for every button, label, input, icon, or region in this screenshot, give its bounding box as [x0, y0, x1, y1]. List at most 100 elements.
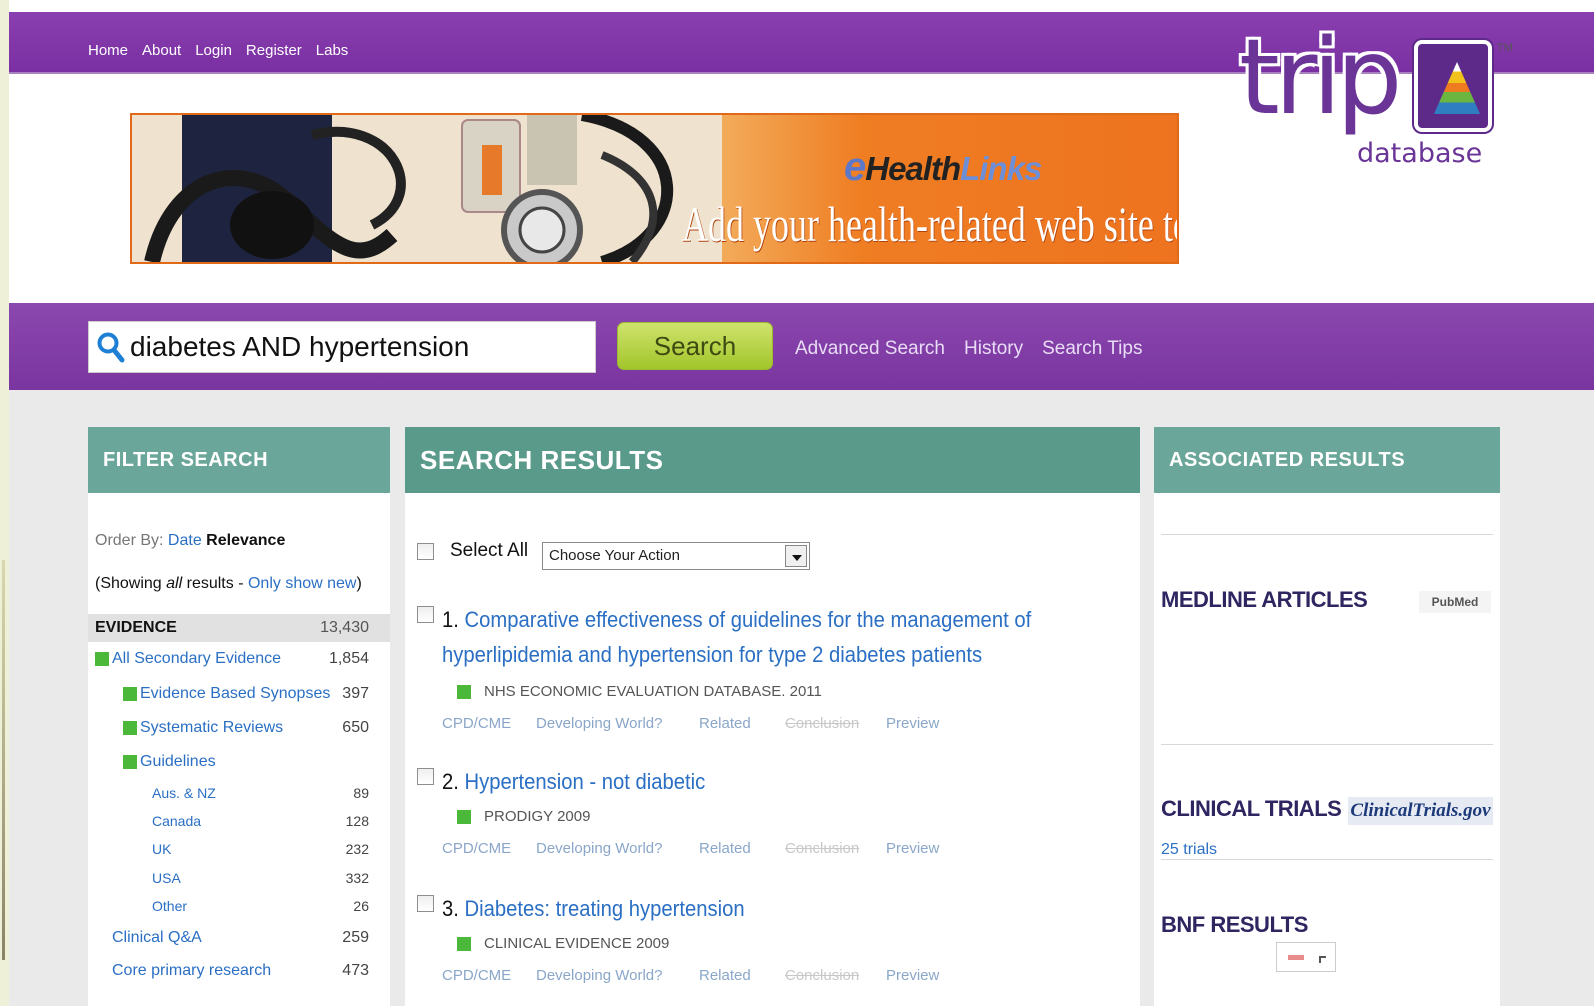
- order-relevance-selected: Relevance: [206, 532, 286, 549]
- select-all-label: Select All: [450, 540, 529, 561]
- filter-search-panel: FILTER SEARCH Order By: Date Relevance (…: [88, 427, 390, 1006]
- associated-results-panel: ASSOCIATED RESULTS MEDLINE ARTICLES PubM…: [1154, 427, 1500, 1006]
- filter-systematic-reviews[interactable]: Systematic Reviews 650: [88, 719, 390, 737]
- chevron-down-icon[interactable]: [785, 545, 807, 567]
- evidence-header: EVIDENCE 13,430: [88, 614, 390, 642]
- only-show-new-link[interactable]: Only show new: [248, 575, 357, 592]
- bnf-results-heading: BNF RESULTS: [1161, 912, 1308, 937]
- pubmed-logo[interactable]: PubMed: [1419, 591, 1491, 613]
- result-title-link[interactable]: 1. Comparative effectiveness of guidelin…: [442, 602, 1068, 672]
- green-square-icon: [95, 652, 109, 666]
- nav-about-link[interactable]: About: [142, 42, 181, 59]
- result-checkbox[interactable]: [417, 606, 434, 623]
- related-link[interactable]: Related: [699, 715, 785, 732]
- result-item: 1. Comparative effectiveness of guidelin…: [417, 602, 1127, 747]
- search-field[interactable]: [88, 321, 596, 373]
- result-actions: CPD/CME Developing World? Related Conclu…: [442, 967, 939, 984]
- divider: [1161, 744, 1493, 745]
- showing-results-text: (Showing all results - Only show new): [95, 575, 362, 592]
- banner-brand: eHealthLinks: [844, 145, 1042, 189]
- nav-register-link[interactable]: Register: [246, 42, 302, 59]
- filter-guidelines-other[interactable]: Other 26: [88, 898, 390, 914]
- search-button[interactable]: Search: [617, 322, 773, 370]
- related-link[interactable]: Related: [699, 967, 785, 984]
- logo-subtitle: database: [1357, 138, 1483, 169]
- banner-tagline: Add your health-related web site today.: [682, 196, 1177, 252]
- search-results-heading: SEARCH RESULTS: [405, 427, 1140, 493]
- filter-all-secondary-evidence[interactable]: All Secondary Evidence 1,854: [88, 650, 390, 668]
- result-actions: CPD/CME Developing World? Related Conclu…: [442, 840, 939, 857]
- filter-guidelines-canada[interactable]: Canada 128: [88, 813, 390, 829]
- medline-articles-heading: MEDLINE ARTICLES: [1161, 587, 1368, 612]
- search-links: Advanced Search History Search Tips: [795, 338, 1142, 360]
- nav-labs-link[interactable]: Labs: [316, 42, 349, 59]
- advanced-search-link[interactable]: Advanced Search: [795, 338, 945, 360]
- green-square-icon: [457, 936, 471, 951]
- filter-search-heading: FILTER SEARCH: [88, 427, 390, 493]
- result-actions: CPD/CME Developing World? Related Conclu…: [442, 715, 939, 732]
- conclusion-link: Conclusion: [785, 840, 860, 857]
- result-checkbox[interactable]: [417, 895, 434, 912]
- nav-login-link[interactable]: Login: [195, 42, 232, 59]
- filter-clinical-qa[interactable]: Clinical Q&A 259: [88, 929, 390, 947]
- filter-guidelines[interactable]: Guidelines: [88, 753, 390, 771]
- search-input[interactable]: [130, 331, 590, 363]
- cpd-cme-link[interactable]: CPD/CME: [442, 715, 536, 732]
- search-tips-link[interactable]: Search Tips: [1042, 338, 1142, 360]
- result-source: CLINICAL EVIDENCE 2009: [457, 935, 669, 952]
- nav-home-link[interactable]: Home: [88, 42, 128, 59]
- developing-world-link[interactable]: Developing World?: [536, 967, 699, 984]
- result-item: 2. Hypertension - not diabetic PRODIGY 2…: [417, 764, 1127, 864]
- cpd-cme-link[interactable]: CPD/CME: [442, 840, 536, 857]
- logo-wordmark: trip: [1239, 16, 1402, 138]
- preview-link[interactable]: Preview: [886, 967, 939, 984]
- medical-equipment-image: [132, 115, 722, 262]
- green-square-icon: [457, 684, 471, 699]
- green-square-icon: [457, 809, 471, 824]
- filter-guidelines-uk[interactable]: UK 232: [88, 841, 390, 857]
- broken-image-icon: [1276, 942, 1336, 972]
- preview-link[interactable]: Preview: [886, 840, 939, 857]
- preview-link[interactable]: Preview: [886, 715, 939, 732]
- associated-results-heading: ASSOCIATED RESULTS: [1154, 427, 1500, 493]
- cpd-cme-link[interactable]: CPD/CME: [442, 967, 536, 984]
- ehealthlinks-banner-ad[interactable]: eHealthLinks Add your health-related web…: [130, 113, 1179, 264]
- result-title-link[interactable]: 3. Diabetes: treating hypertension: [442, 891, 1068, 926]
- conclusion-link: Conclusion: [785, 967, 860, 984]
- logo-trademark: TM: [1497, 42, 1513, 54]
- desktop-background-strip: [0, 0, 9, 1006]
- result-source: NHS ECONOMIC EVALUATION DATABASE. 2011: [457, 683, 822, 700]
- conclusion-link: Conclusion: [785, 715, 860, 732]
- select-all: Select All: [417, 540, 528, 562]
- result-item: 3. Diabetes: treating hypertension CLINI…: [417, 891, 1127, 991]
- divider: [1161, 534, 1493, 535]
- evidence-count: 13,430: [320, 619, 369, 636]
- main-content: FILTER SEARCH Order By: Date Relevance (…: [9, 390, 1594, 1006]
- clinical-trials-heading: CLINICAL TRIALS: [1161, 796, 1342, 821]
- green-square-icon: [123, 687, 137, 701]
- choose-action-dropdown[interactable]: Choose Your Action: [542, 542, 810, 570]
- select-all-checkbox[interactable]: [417, 542, 434, 560]
- trip-database-logo[interactable]: trip TM database: [1239, 16, 1529, 176]
- green-square-icon: [123, 755, 137, 769]
- divider: [1161, 859, 1493, 860]
- filter-guidelines-aus-nz[interactable]: Aus. & NZ 89: [88, 785, 390, 801]
- related-link[interactable]: Related: [699, 840, 785, 857]
- green-square-icon: [123, 721, 137, 735]
- result-source: PRODIGY 2009: [457, 808, 590, 825]
- developing-world-link[interactable]: Developing World?: [536, 840, 699, 857]
- result-checkbox[interactable]: [417, 768, 434, 785]
- clinicaltrials-gov-logo[interactable]: ClinicalTrials.gov: [1348, 797, 1493, 825]
- filter-guidelines-usa[interactable]: USA 332: [88, 870, 390, 886]
- filter-evidence-based-synopses[interactable]: Evidence Based Synopses 397: [88, 685, 390, 703]
- result-title-link[interactable]: 2. Hypertension - not diabetic: [442, 764, 1068, 799]
- search-bar: Search Advanced Search History Search Ti…: [9, 303, 1594, 390]
- developing-world-link[interactable]: Developing World?: [536, 715, 699, 732]
- trials-count-link[interactable]: 25 trials: [1161, 841, 1217, 859]
- top-nav-menu: Home About Login Register Labs: [88, 42, 348, 59]
- history-link[interactable]: History: [964, 338, 1023, 360]
- order-by: Order By: Date Relevance: [95, 532, 286, 549]
- order-date-link[interactable]: Date: [168, 532, 202, 549]
- search-icon: [97, 332, 125, 363]
- filter-core-primary-research[interactable]: Core primary research 473: [88, 962, 390, 980]
